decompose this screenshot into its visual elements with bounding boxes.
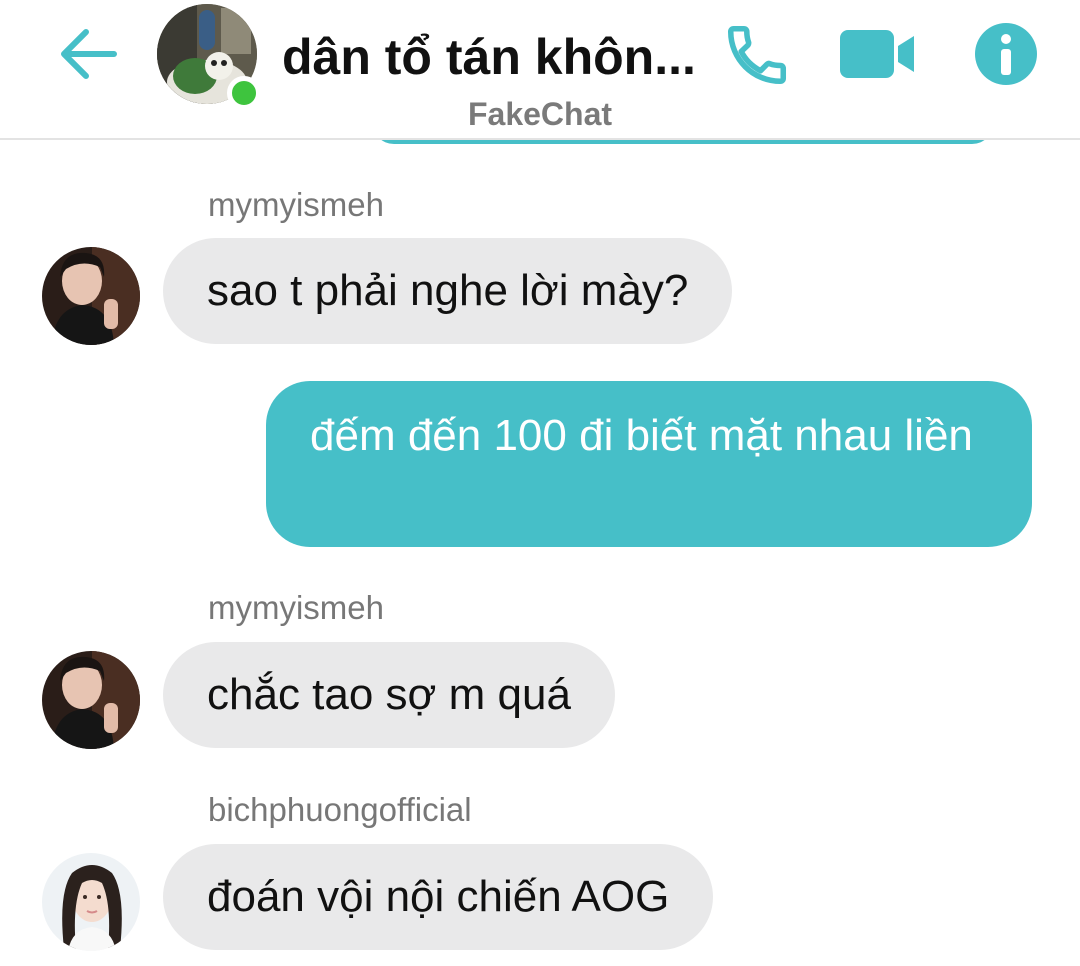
chat-header: dân tổ tán khôn... FakeChat bbox=[0, 0, 1080, 140]
sender-avatar[interactable] bbox=[42, 853, 140, 951]
message-bubble-incoming[interactable]: chắc tao sợ m quá bbox=[163, 642, 615, 748]
arrow-left-icon bbox=[61, 29, 117, 79]
message-bubble-outgoing[interactable]: đếm đến 100 đi biết mặt nhau liền bbox=[266, 381, 1032, 547]
info-button[interactable] bbox=[974, 22, 1038, 86]
phone-icon bbox=[727, 25, 787, 85]
sender-name: mymyismeh bbox=[208, 589, 385, 626]
info-icon bbox=[975, 23, 1037, 85]
sender-avatar[interactable] bbox=[42, 651, 140, 749]
sender-name: mymyismeh bbox=[208, 186, 385, 223]
video-call-button[interactable] bbox=[838, 26, 916, 82]
group-avatar[interactable] bbox=[157, 4, 261, 110]
back-button[interactable] bbox=[56, 24, 120, 84]
chat-subtitle: FakeChat bbox=[467, 96, 613, 132]
chat-title[interactable]: dân tổ tán khôn... bbox=[282, 26, 702, 88]
message-bubble-incoming[interactable]: sao t phải nghe lời mày? bbox=[163, 238, 733, 344]
video-camera-icon bbox=[840, 30, 914, 78]
message-list: mymyismeh sao t phải nghe lời mày? đếm đ… bbox=[0, 142, 1080, 966]
sender-name: bichphuongofficial bbox=[208, 791, 472, 828]
message-bubble-incoming[interactable]: đoán vội nội chiến AOG bbox=[163, 844, 714, 950]
voice-call-button[interactable] bbox=[722, 20, 792, 90]
sender-avatar[interactable] bbox=[42, 247, 140, 345]
chat-screen: dân tổ tán khôn... FakeChat mymyismeh sa… bbox=[0, 0, 1080, 966]
